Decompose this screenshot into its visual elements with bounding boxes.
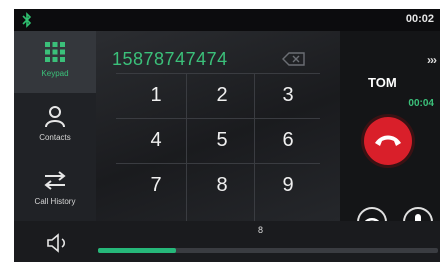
key-7[interactable]: 7 (126, 174, 186, 197)
keypad-divider (116, 73, 320, 74)
keypad-divider (116, 163, 320, 164)
call-panel: ››› TOM 00:04 (340, 31, 440, 237)
backspace-icon[interactable] (282, 51, 306, 67)
key-5[interactable]: 5 (192, 129, 252, 152)
status-clock: 00:02 (405, 13, 434, 25)
call-history-icon (44, 171, 66, 190)
key-2[interactable]: 2 (192, 84, 252, 107)
contacts-icon (45, 106, 65, 128)
key-9[interactable]: 9 (258, 174, 318, 197)
bluetooth-icon (22, 12, 32, 28)
dialer-panel: 15878747474 1 2 3 4 5 6 7 8 9 (96, 31, 340, 221)
sidebar-item-label: Keypad (41, 69, 69, 78)
volume-value: 8 (258, 225, 264, 235)
keypad-divider (116, 118, 320, 119)
sidebar-item-label: Call History (34, 197, 76, 206)
key-6[interactable]: 6 (258, 129, 318, 152)
phone-hangup-icon (375, 135, 401, 146)
status-bar: 00:02 (14, 9, 440, 31)
sidebar-item-contacts[interactable]: Contacts (14, 95, 96, 157)
sidebar-item-keypad[interactable]: Keypad (14, 31, 96, 93)
keypad-divider (254, 73, 255, 221)
call-duration: 00:04 (408, 98, 434, 109)
volume-bar: 8 (14, 221, 440, 262)
sidebar-item-label: Contacts (39, 133, 71, 142)
key-3[interactable]: 3 (258, 84, 318, 107)
key-8[interactable]: 8 (192, 174, 252, 197)
caller-name: TOM (368, 75, 397, 90)
key-4[interactable]: 4 (126, 129, 186, 152)
car-phone-screen: 00:02 Keypad Contacts Call History 15878… (14, 9, 440, 262)
keypad-divider (186, 73, 187, 221)
volume-slider[interactable] (98, 248, 438, 253)
dialed-number: 15878747474 (112, 49, 228, 69)
key-1[interactable]: 1 (126, 84, 186, 107)
keypad-icon (45, 42, 65, 62)
hang-up-button[interactable] (364, 117, 412, 165)
sidebar: Keypad Contacts Call History (14, 31, 96, 221)
volume-icon[interactable] (46, 233, 70, 253)
sidebar-item-call-history[interactable]: Call History (14, 159, 96, 221)
volume-fill (98, 248, 177, 253)
more-button[interactable]: ››› (427, 53, 437, 67)
